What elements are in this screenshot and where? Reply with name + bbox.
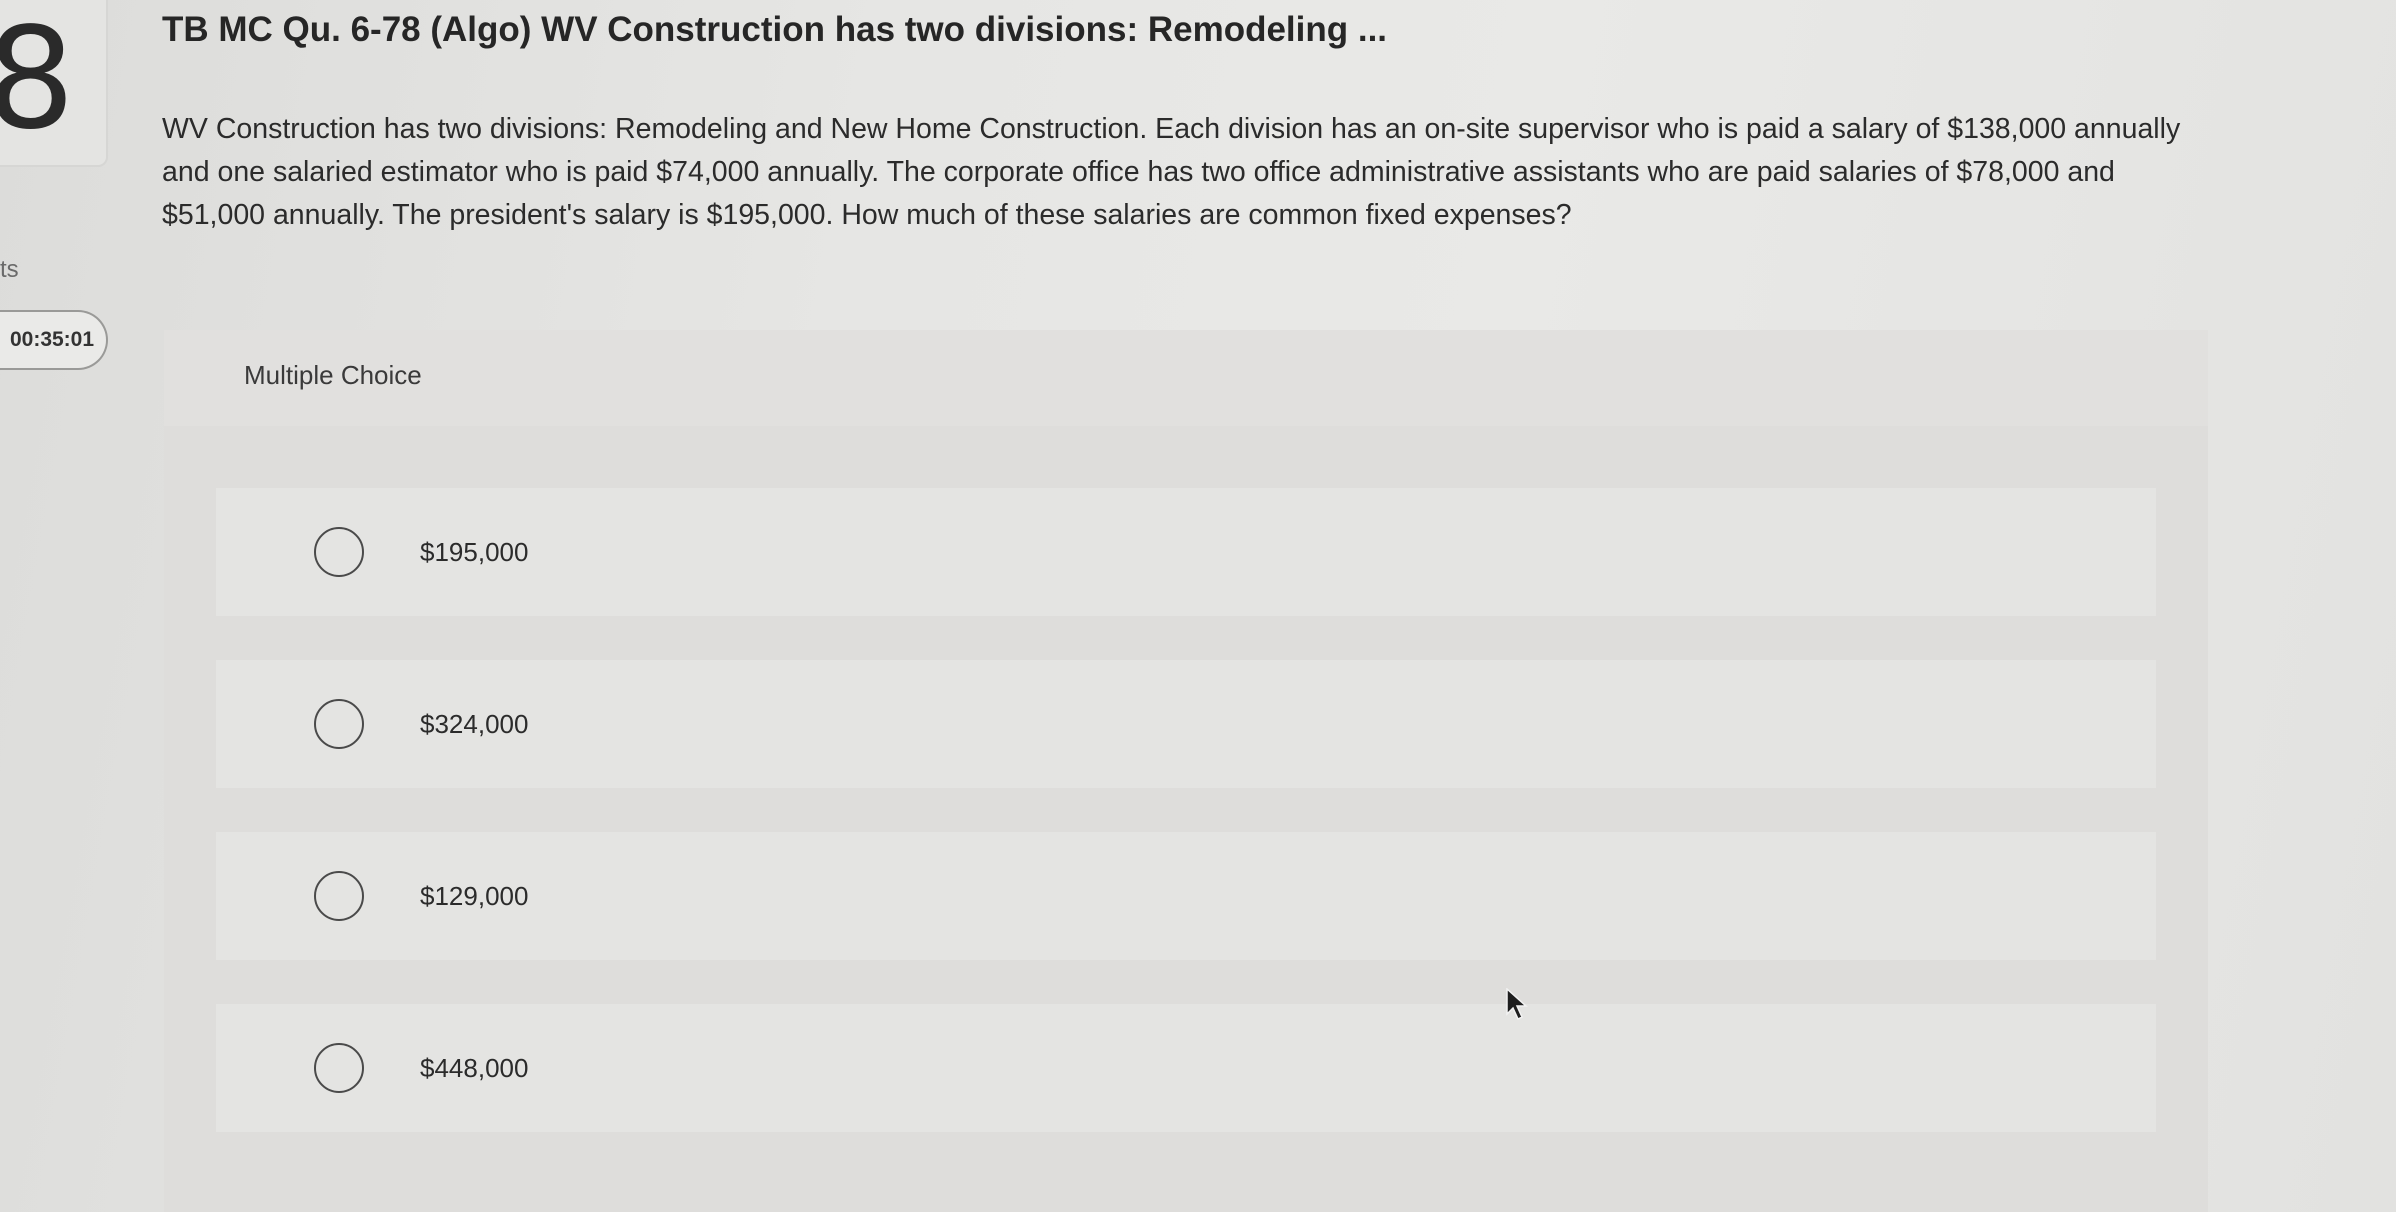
question-number: 8 <box>0 0 76 161</box>
radio-empty-icon[interactable] <box>314 1043 364 1093</box>
radio-empty-icon[interactable] <box>314 527 364 577</box>
choice-label: $448,000 <box>420 1052 529 1083</box>
multiple-choice-heading: Multiple Choice <box>244 360 422 390</box>
question-title: TB MC Qu. 6-78 (Algo) WV Construction ha… <box>162 10 1388 49</box>
choice-option-1[interactable]: $195,000 <box>216 488 2156 616</box>
choice-label: $129,000 <box>420 880 529 911</box>
radio-empty-icon[interactable] <box>314 871 364 921</box>
mouse-pointer-svg <box>1506 987 1528 1021</box>
choice-label: $195,000 <box>420 536 529 567</box>
left-rail: 8 ts 00:35:01 <box>0 0 108 1212</box>
choice-label: $324,000 <box>420 708 529 739</box>
points-label: ts <box>0 256 19 283</box>
radio-empty-icon[interactable] <box>314 699 364 749</box>
multiple-choice-panel: Multiple Choice $195,000 $324,000 $129,0… <box>164 330 2208 1212</box>
choice-option-2[interactable]: $324,000 <box>216 660 2156 788</box>
choice-option-4[interactable]: $448,000 <box>216 1004 2156 1132</box>
choice-option-3[interactable]: $129,000 <box>216 832 2156 960</box>
multiple-choice-header: Multiple Choice <box>164 330 2208 426</box>
question-body: WV Construction has two divisions: Remod… <box>162 113 2181 231</box>
timer-badge: 00:35:01 <box>0 310 108 370</box>
